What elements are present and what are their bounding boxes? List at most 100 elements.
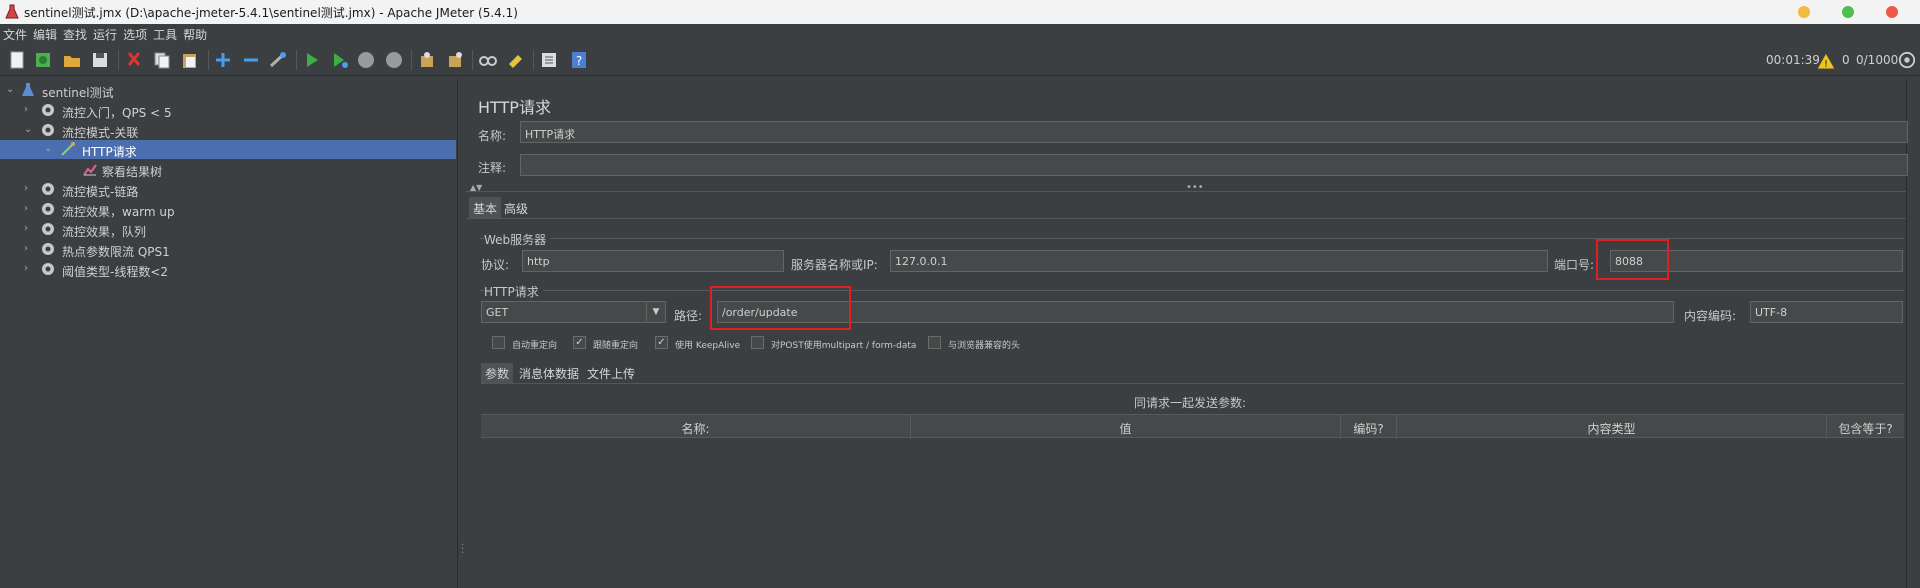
name-label: 名称: — [478, 129, 507, 143]
auto-redirect-label: 自动重定向 — [512, 341, 558, 351]
toolbar: ? 00:01:39 ! 0 0/1000 — [0, 44, 1920, 76]
window-title: sentinel测试.jmx (D:\apache-jmeter-5.4.1\s… — [24, 6, 518, 20]
tree-item[interactable]: › 流控效果，队列 — [0, 220, 456, 239]
auto-redirect-checkbox[interactable] — [492, 336, 505, 349]
search-icon[interactable] — [478, 50, 498, 70]
tab-advanced[interactable]: 高级 — [500, 197, 532, 219]
tab-file-upload[interactable]: 文件上传 — [583, 363, 639, 383]
close-button[interactable] — [1886, 6, 1898, 18]
chevron-right-icon[interactable]: › — [24, 263, 34, 275]
chevron-right-icon[interactable]: › — [24, 183, 34, 195]
follow-redirects-label: 跟随重定向 — [593, 341, 639, 351]
tree-item[interactable]: › 流控模式-链路 — [0, 180, 456, 199]
chevron-right-icon[interactable]: › — [24, 104, 34, 116]
drag-handle-icon[interactable]: ••• — [1186, 182, 1204, 193]
menu-tools[interactable]: 工具 — [150, 24, 180, 43]
toggle-icon[interactable] — [268, 50, 288, 70]
menu-bar: 文件 编辑 查找 运行 选项 工具 帮助 — [0, 24, 1920, 43]
test-plan-icon — [22, 83, 34, 96]
tab-body-data[interactable]: 消息体数据 — [515, 363, 583, 383]
warning-icon[interactable]: ! — [1816, 51, 1836, 71]
port-highlight-box — [1596, 239, 1669, 280]
server-field[interactable]: 127.0.0.1 — [890, 250, 1548, 272]
elapsed-time: 00:01:39 — [1766, 53, 1820, 67]
encoding-field[interactable]: UTF-8 — [1750, 301, 1903, 323]
chevron-down-icon[interactable]: ▼ — [646, 301, 666, 323]
column-content-type[interactable]: 内容类型 — [1397, 415, 1827, 439]
stop-icon[interactable] — [356, 50, 376, 70]
menu-options[interactable]: 选项 — [120, 24, 150, 43]
splitter-grip-icon[interactable]: · · · — [461, 541, 464, 559]
collapse-icon[interactable] — [241, 50, 261, 70]
menu-file[interactable]: 文件 — [0, 24, 30, 43]
save-icon[interactable] — [90, 50, 110, 70]
clear-all-icon[interactable] — [445, 50, 465, 70]
follow-redirects-checkbox[interactable]: ✓ — [573, 336, 586, 349]
tree-root[interactable]: ⌄ sentinel测试 — [0, 81, 456, 100]
vertical-scrollbar[interactable] — [1906, 79, 1920, 588]
chevron-down-icon[interactable]: ⌄ — [44, 143, 54, 155]
minimize-button[interactable] — [1798, 6, 1810, 18]
tree-item[interactable]: › 阈值类型-线程数<2 — [0, 260, 456, 279]
column-include-equals[interactable]: 包含等于? — [1827, 415, 1904, 439]
thread-group-icon — [42, 263, 54, 275]
cut-icon[interactable] — [124, 50, 144, 70]
start-icon[interactable] — [302, 50, 322, 70]
tree-item[interactable]: › 流控入门，QPS < 5 — [0, 101, 456, 120]
log-viewer-icon[interactable] — [1898, 51, 1916, 69]
params-table-header: 名称: 值 编码? 内容类型 包含等于? — [481, 414, 1904, 439]
svg-text:?: ? — [576, 54, 582, 68]
tree-item-selected[interactable]: ⌄ HTTP请求 — [0, 140, 456, 159]
shutdown-icon[interactable] — [384, 50, 404, 70]
multipart-checkbox[interactable] — [751, 336, 764, 349]
http-request-group — [480, 290, 1904, 291]
thread-group-icon — [42, 104, 54, 116]
chevron-right-icon[interactable]: › — [24, 223, 34, 235]
method-select[interactable]: GET — [481, 301, 648, 323]
tree-item[interactable]: › 热点参数限流 QPS1 — [0, 240, 456, 259]
keepalive-checkbox[interactable]: ✓ — [655, 336, 668, 349]
encoding-label: 内容编码: — [1684, 309, 1737, 323]
divider — [481, 383, 1904, 384]
name-field[interactable]: HTTP请求 — [520, 121, 1908, 143]
protocol-label: 协议: — [481, 258, 510, 272]
tree-item[interactable]: 察看结果树 — [0, 160, 456, 179]
menu-edit[interactable]: 编辑 — [30, 24, 60, 43]
comment-field[interactable] — [520, 154, 1908, 176]
copy-icon[interactable] — [152, 50, 172, 70]
http-sampler-icon — [61, 142, 75, 156]
column-encode[interactable]: 编码? — [1341, 415, 1397, 439]
chevron-down-icon[interactable]: ⌄ — [6, 84, 16, 96]
templates-icon[interactable] — [33, 50, 53, 70]
chevron-right-icon[interactable]: › — [24, 243, 34, 255]
new-icon[interactable] — [7, 50, 27, 70]
tab-basic[interactable]: 基本 — [469, 197, 502, 219]
tree-item[interactable]: ⌄ 流控模式-关联 — [0, 121, 456, 140]
column-value[interactable]: 值 — [911, 415, 1341, 439]
paste-icon[interactable] — [180, 50, 200, 70]
start-no-pause-icon[interactable] — [330, 50, 350, 70]
menu-help[interactable]: 帮助 — [180, 24, 210, 43]
path-label: 路径: — [674, 309, 703, 323]
browser-headers-checkbox[interactable] — [928, 336, 941, 349]
chevron-right-icon[interactable]: › — [24, 203, 34, 215]
expand-icon[interactable] — [213, 50, 233, 70]
menu-run[interactable]: 运行 — [90, 24, 120, 43]
tab-parameters[interactable]: 参数 — [481, 363, 514, 383]
protocol-field[interactable]: http — [522, 250, 784, 272]
maximize-button[interactable] — [1842, 6, 1854, 18]
path-field[interactable]: /order/update — [717, 301, 1674, 323]
menu-search[interactable]: 查找 — [60, 24, 90, 43]
http-request-title: HTTP请求 — [484, 283, 543, 300]
svg-text:!: ! — [1824, 59, 1828, 70]
chevron-down-icon[interactable]: ⌄ — [24, 124, 34, 136]
column-name[interactable]: 名称: — [481, 415, 911, 439]
clear-icon[interactable] — [417, 50, 437, 70]
params-caption: 同请求一起发送参数: — [1134, 396, 1247, 410]
path-highlight-box — [710, 286, 851, 330]
tree-item[interactable]: › 流控效果，warm up — [0, 200, 456, 219]
reset-search-icon[interactable] — [506, 50, 526, 70]
function-helper-icon[interactable] — [539, 50, 559, 70]
open-icon[interactable] — [62, 50, 82, 70]
help-icon[interactable]: ? — [569, 50, 589, 70]
